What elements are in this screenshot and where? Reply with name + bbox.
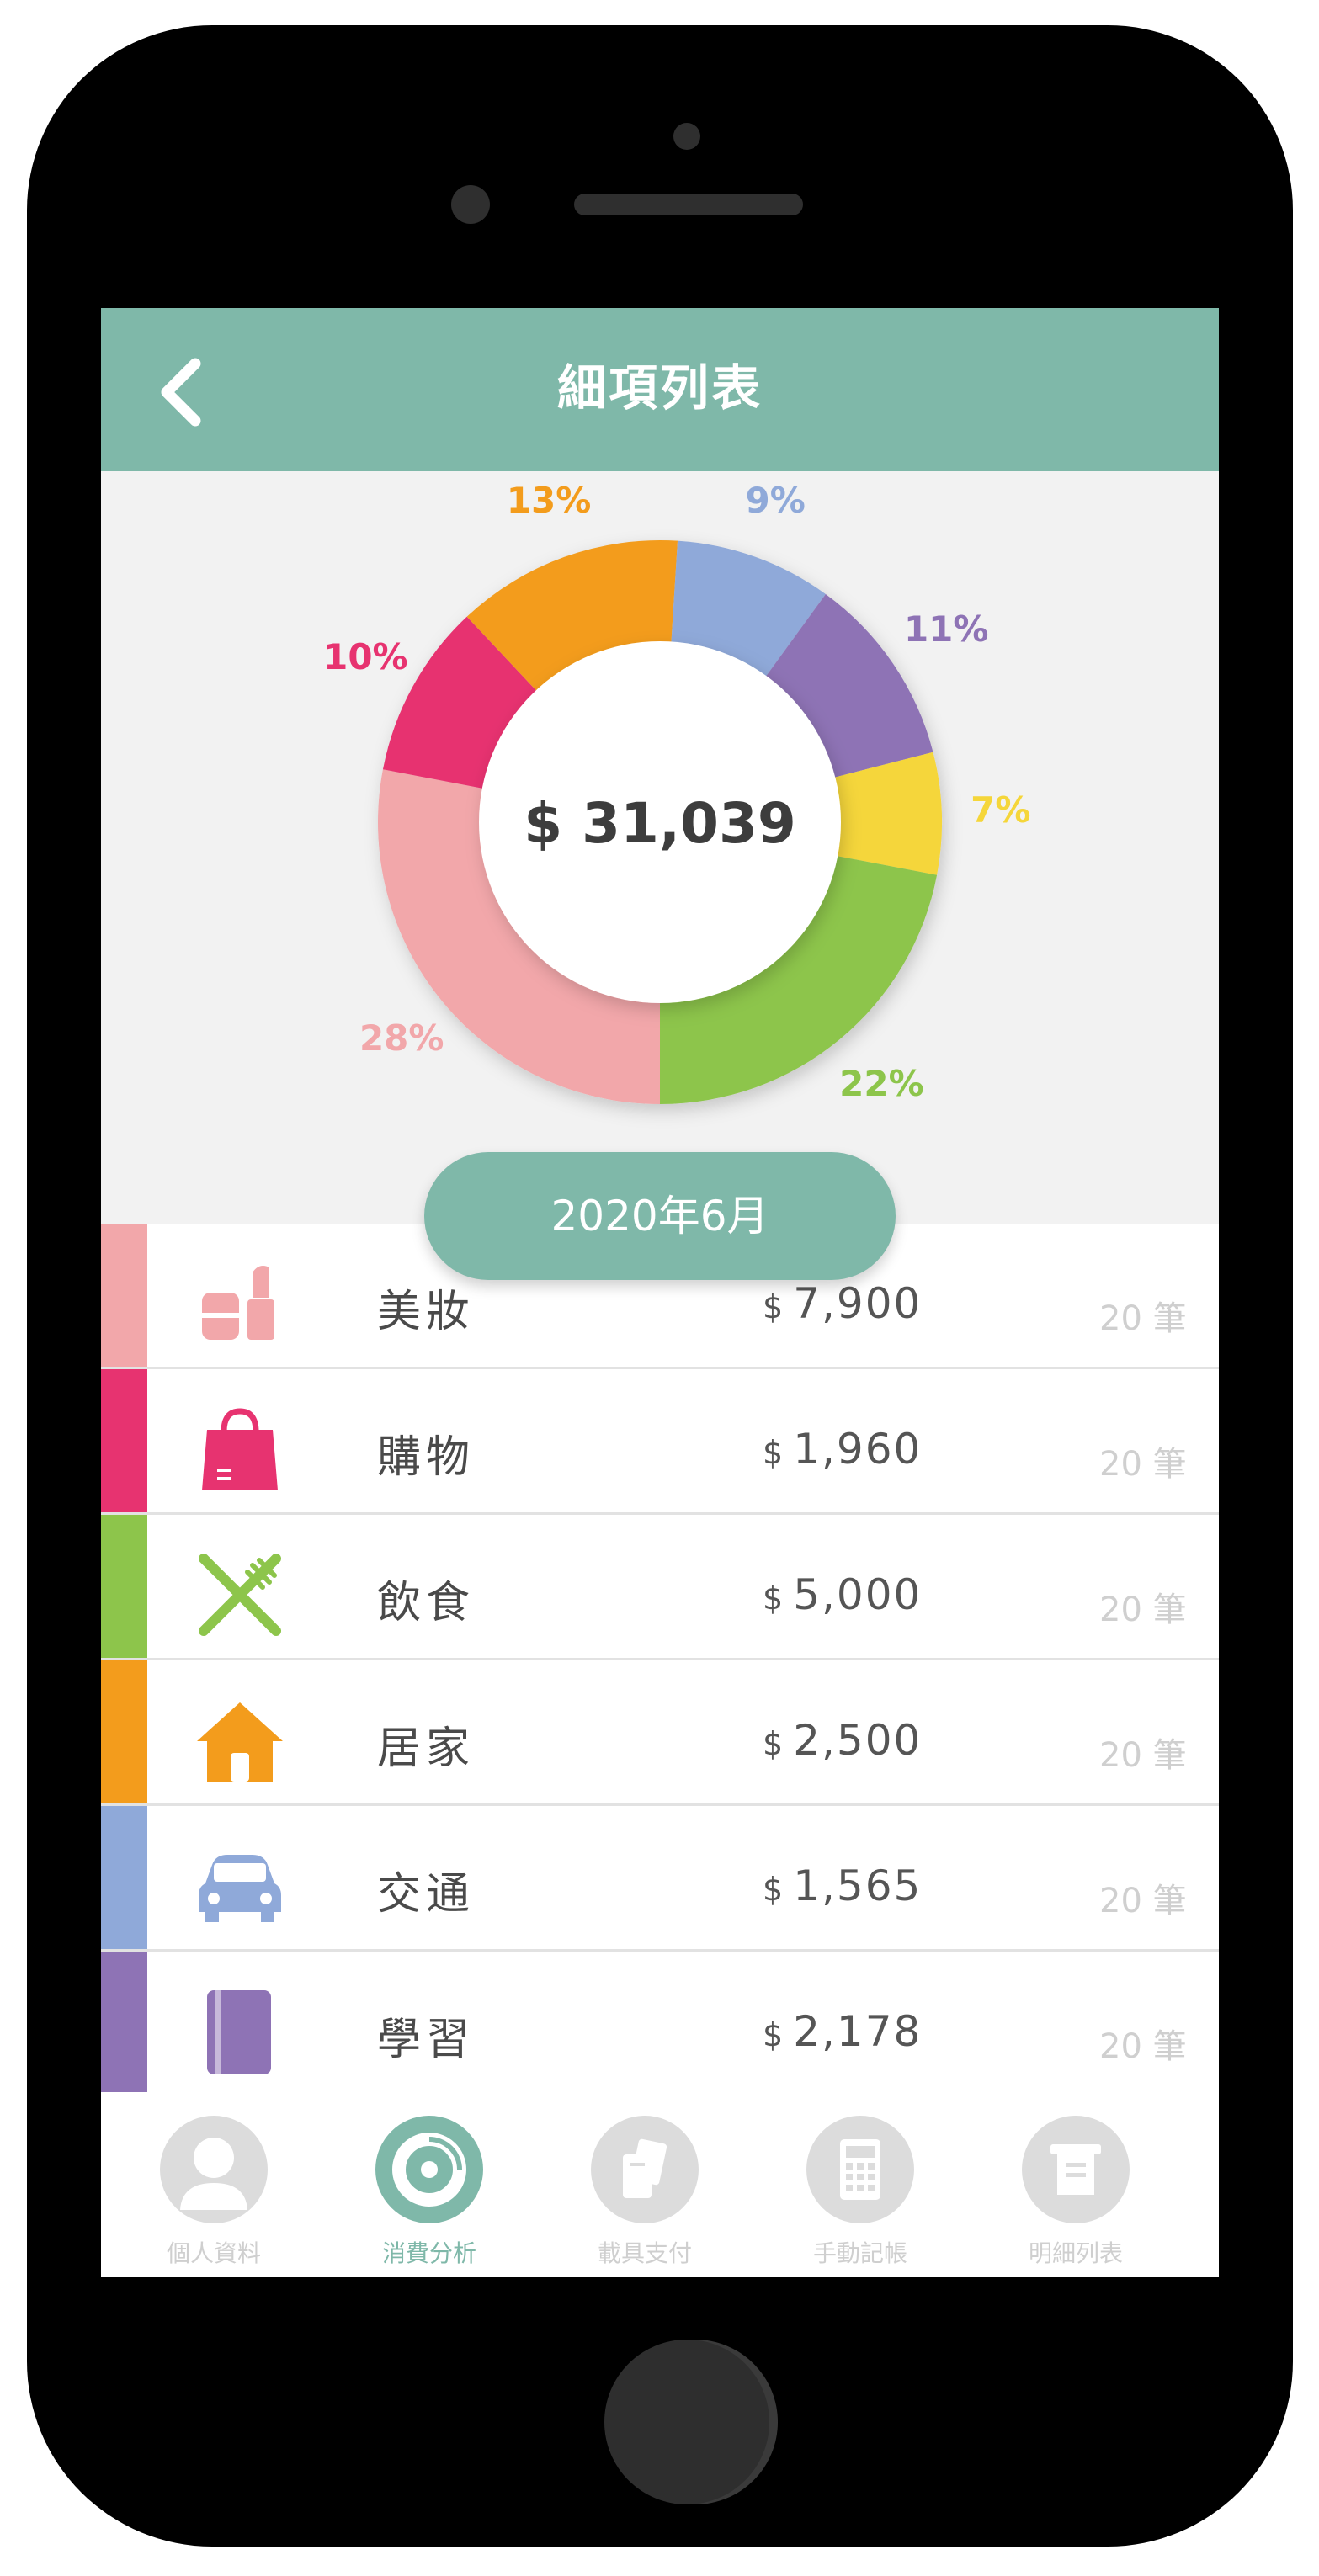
lipstick-icon <box>194 1257 286 1350</box>
donut-chart-icon <box>375 2116 483 2223</box>
page-title: 細項列表 <box>556 359 763 417</box>
tab-label: 明細列表 <box>1028 2239 1123 2267</box>
category-color-bar <box>101 1660 147 1803</box>
earpiece-speaker <box>574 194 803 215</box>
category-name: 購物 <box>377 1432 476 1483</box>
proximity-sensor <box>673 123 700 150</box>
transaction-count: 20 筆 <box>1099 1736 1187 1775</box>
transaction-count: 20 筆 <box>1099 2027 1187 2066</box>
tab-analysis[interactable]: 消費分析 <box>328 2092 530 2277</box>
category-amount: $2,178 <box>763 2007 922 2056</box>
amount-value: 2,500 <box>793 1716 923 1765</box>
amount-value: 7,900 <box>793 1279 923 1328</box>
front-camera <box>451 185 490 224</box>
slice-percent-label: 10% <box>323 635 408 677</box>
currency-symbol: $ <box>763 1725 785 1762</box>
tab-manual-entry[interactable]: 手動記帳 <box>759 2092 961 2277</box>
header-bar: 細項列表 <box>101 308 1219 471</box>
tab-label: 個人資料 <box>166 2239 261 2267</box>
currency-symbol: $ <box>763 1580 785 1617</box>
card-icon <box>591 2116 699 2223</box>
category-color-bar <box>101 1369 147 1512</box>
amount-value: 2,178 <box>793 2007 923 2056</box>
tab-profile[interactable]: 個人資料 <box>113 2092 315 2277</box>
category-name: 學習 <box>377 2015 476 2065</box>
month-selector[interactable]: 2020年6月 <box>424 1152 896 1280</box>
house-icon <box>194 1694 286 1787</box>
slice-percent-label: 28% <box>359 1017 444 1060</box>
tab-label: 消費分析 <box>381 2239 476 2267</box>
category-amount: $5,000 <box>763 1570 922 1619</box>
tab-label: 手動記帳 <box>812 2239 907 2267</box>
category-row[interactable]: 飲食 $5,000 20 筆 <box>101 1515 1219 1660</box>
transaction-count: 20 筆 <box>1099 1591 1187 1629</box>
slice-percent-label: 22% <box>839 1063 924 1105</box>
app-screen: 細項列表 $ 31,039 28% 10% 13% 9% 11% 7% 22% 美妝 $7,… <box>101 308 1219 2277</box>
receipt-icon <box>1022 2116 1130 2223</box>
bottom-tab-bar: 個人資料 消費分析 載具支付 手動記帳 明細列表 <box>101 2092 1219 2277</box>
category-amount: $7,900 <box>763 1279 922 1328</box>
category-name: 交通 <box>377 1869 476 1920</box>
category-row[interactable]: 交通 $1,565 20 筆 <box>101 1806 1219 1952</box>
currency-symbol: $ <box>763 1871 785 1908</box>
tab-label: 載具支付 <box>597 2239 692 2267</box>
car-icon <box>194 1840 286 1932</box>
total-amount: $ 31,039 <box>524 791 796 856</box>
amount-value: 1,960 <box>793 1425 923 1474</box>
category-list[interactable]: 美妝 $7,900 20 筆 購物 $1,960 20 筆 飲食 $5,000 … <box>101 1224 1219 2092</box>
category-name: 飲食 <box>377 1578 476 1628</box>
category-name: 美妝 <box>377 1287 476 1337</box>
amount-value: 1,565 <box>793 1862 923 1910</box>
calculator-icon <box>806 2116 914 2223</box>
category-color-bar <box>101 1515 147 1658</box>
category-row[interactable]: 學習 $2,178 20 筆 <box>101 1952 1219 2092</box>
user-icon <box>160 2116 268 2223</box>
category-name: 居家 <box>377 1724 476 1774</box>
amount-value: 5,000 <box>793 1570 923 1619</box>
transaction-count: 20 筆 <box>1099 1445 1187 1484</box>
chart-panel: $ 31,039 28% 10% 13% 9% 11% 7% 22% <box>101 471 1219 1224</box>
shopping-bag-icon <box>194 1403 286 1495</box>
category-color-bar <box>101 1224 147 1367</box>
book-icon <box>194 1985 286 2078</box>
currency-symbol: $ <box>763 1434 785 1471</box>
transaction-count: 20 筆 <box>1099 1882 1187 1920</box>
home-button[interactable] <box>604 2340 769 2504</box>
transaction-count: 20 筆 <box>1099 1299 1187 1338</box>
category-amount: $1,565 <box>763 1862 922 1910</box>
currency-symbol: $ <box>763 2016 785 2053</box>
slice-percent-label: 11% <box>903 608 989 651</box>
category-row[interactable]: 購物 $1,960 20 筆 <box>101 1369 1219 1515</box>
category-row[interactable]: 居家 $2,500 20 筆 <box>101 1660 1219 1806</box>
currency-symbol: $ <box>763 1288 785 1325</box>
fork-knife-icon <box>194 1548 286 1641</box>
category-color-bar <box>101 1806 147 1949</box>
category-amount: $2,500 <box>763 1716 922 1765</box>
tab-carrier-pay[interactable]: 載具支付 <box>544 2092 746 2277</box>
slice-percent-label: 9% <box>745 479 806 521</box>
category-amount: $1,960 <box>763 1425 922 1474</box>
tab-detail-list[interactable]: 明細列表 <box>975 2092 1177 2277</box>
slice-percent-label: 13% <box>506 479 592 521</box>
category-color-bar <box>101 1952 147 2092</box>
slice-percent-label: 7% <box>971 789 1031 831</box>
